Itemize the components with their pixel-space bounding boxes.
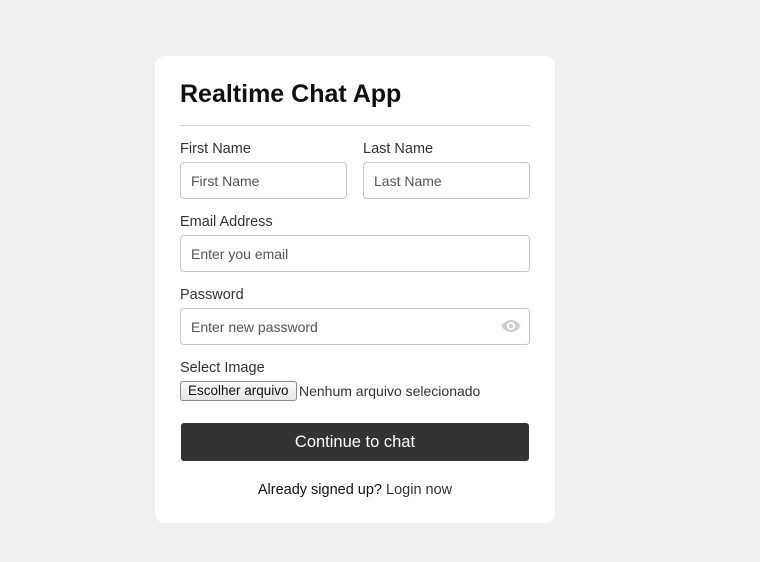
continue-to-chat-button[interactable]: Continue to chat <box>181 423 529 461</box>
email-label: Email Address <box>180 214 273 230</box>
first-name-input[interactable] <box>180 162 347 199</box>
select-image-label: Select Image <box>180 360 265 376</box>
login-prompt-text: Already signed up? <box>257 482 382 498</box>
email-input[interactable] <box>180 235 530 272</box>
first-name-label: First Name <box>180 141 251 157</box>
last-name-label: Last Name <box>363 141 434 157</box>
password-label: Password <box>180 287 244 303</box>
last-name-input[interactable] <box>363 162 530 199</box>
file-status-text: Nenhum arquivo selecionado <box>299 383 481 399</box>
page-title: Realtime Chat App <box>180 80 402 108</box>
login-prompt: Already signed up? Login now <box>155 482 555 498</box>
eye-icon[interactable] <box>501 319 521 333</box>
password-input[interactable] <box>180 308 530 345</box>
signup-card: Realtime Chat App First Name Last Name E… <box>155 56 555 523</box>
login-now-link[interactable]: Login now <box>386 482 452 498</box>
choose-file-button[interactable]: Escolher arquivo <box>180 381 297 401</box>
title-divider <box>180 125 530 126</box>
